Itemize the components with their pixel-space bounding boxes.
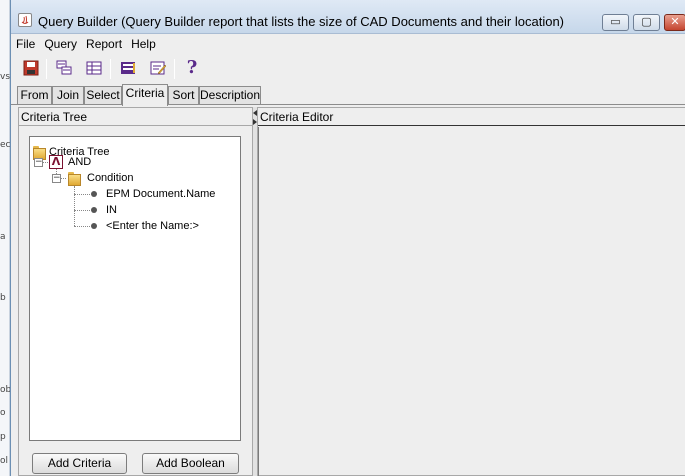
save-icon: [23, 60, 39, 76]
leaf-bullet-icon: [91, 191, 97, 197]
criteria-tree[interactable]: Criteria Tree − Λ AND − Condition EPM Do…: [29, 136, 241, 441]
tab-criteria[interactable]: Criteria: [122, 84, 168, 106]
tree-node-attribute[interactable]: EPM Document.Name: [106, 188, 215, 200]
background-text: o: [0, 408, 6, 418]
title-bar[interactable]: Query Builder (Query Builder report that…: [11, 0, 685, 34]
minimize-button[interactable]: ▭: [602, 14, 629, 31]
window-title: Query Builder (Query Builder report that…: [38, 14, 565, 29]
edit-icon: [150, 61, 166, 75]
tab-description[interactable]: Description: [199, 86, 261, 105]
tree-line: [43, 162, 48, 163]
tab-sort[interactable]: Sort: [168, 86, 199, 105]
tab-join[interactable]: Join: [52, 86, 84, 105]
table-icon: [86, 61, 102, 75]
menu-report[interactable]: Report: [81, 34, 126, 51]
tree-node-condition[interactable]: Condition: [87, 172, 133, 184]
toolbar: ?: [11, 54, 685, 84]
criteria-editor-header: Criteria Editor: [258, 108, 685, 126]
criteria-tree-header: Criteria Tree: [19, 108, 252, 126]
background-text: ec: [0, 140, 11, 150]
background-text: a: [0, 232, 6, 242]
tree-line: [74, 194, 90, 195]
background-window-strip: ec vs a b ob o p ol: [0, 0, 11, 476]
menu-query[interactable]: Query: [39, 34, 81, 51]
tree-line: [74, 226, 90, 227]
add-boolean-button[interactable]: Add Boolean: [142, 453, 239, 474]
tab-divider: [11, 104, 685, 105]
tab-select[interactable]: Select: [84, 86, 122, 105]
tab-bar: From Join Select Criteria Sort Descripti…: [11, 84, 685, 106]
tab-from[interactable]: From: [17, 86, 52, 105]
background-text: vs: [0, 72, 11, 82]
java-app-icon: [18, 13, 32, 27]
tree-node-value[interactable]: <Enter the Name:>: [106, 220, 199, 232]
close-icon: ✕: [670, 15, 680, 28]
tree-line: [61, 178, 66, 179]
table-button[interactable]: [83, 57, 105, 79]
toolbar-separator: [174, 59, 175, 79]
tree-node-and[interactable]: AND: [68, 156, 91, 168]
maximize-icon: ▢: [641, 15, 652, 28]
leaf-bullet-icon: [91, 207, 97, 213]
help-button[interactable]: ?: [181, 57, 203, 79]
add-criteria-button[interactable]: Add Criteria: [32, 453, 127, 474]
background-text: ol: [0, 456, 9, 466]
collapse-icon[interactable]: −: [34, 158, 43, 167]
toolbar-separator: [46, 59, 47, 79]
folder-icon: [67, 171, 81, 186]
query-builder-window: Query Builder (Query Builder report that…: [10, 0, 685, 476]
minimize-icon: ▭: [610, 15, 621, 28]
menu-help[interactable]: Help: [126, 34, 160, 51]
background-text: b: [0, 293, 6, 303]
toolbar-separator: [110, 59, 111, 79]
query-icon: [56, 60, 72, 75]
query-button[interactable]: [53, 57, 75, 79]
and-operator-icon: Λ: [49, 155, 63, 169]
edit-button[interactable]: [147, 57, 169, 79]
tree-line: [74, 186, 75, 226]
menu-file[interactable]: File: [11, 34, 39, 51]
save-button[interactable]: [20, 57, 42, 79]
criteria-editor-area[interactable]: [258, 127, 685, 476]
criteria-editor-panel: Criteria Editor: [257, 107, 685, 476]
criteria-tree-panel: Criteria Tree Criteria Tree − Λ AND − Co…: [18, 107, 253, 476]
background-text: p: [0, 432, 6, 442]
report-button[interactable]: [117, 57, 139, 79]
close-button[interactable]: ✕: [664, 14, 685, 31]
collapse-icon[interactable]: −: [52, 174, 61, 183]
tree-line: [74, 210, 90, 211]
tree-node-operator[interactable]: IN: [106, 204, 117, 216]
help-icon: ?: [186, 57, 198, 78]
menu-bar: File Query Report Help: [11, 34, 685, 54]
report-icon: [121, 62, 135, 74]
leaf-bullet-icon: [91, 223, 97, 229]
maximize-button[interactable]: ▢: [633, 14, 660, 31]
